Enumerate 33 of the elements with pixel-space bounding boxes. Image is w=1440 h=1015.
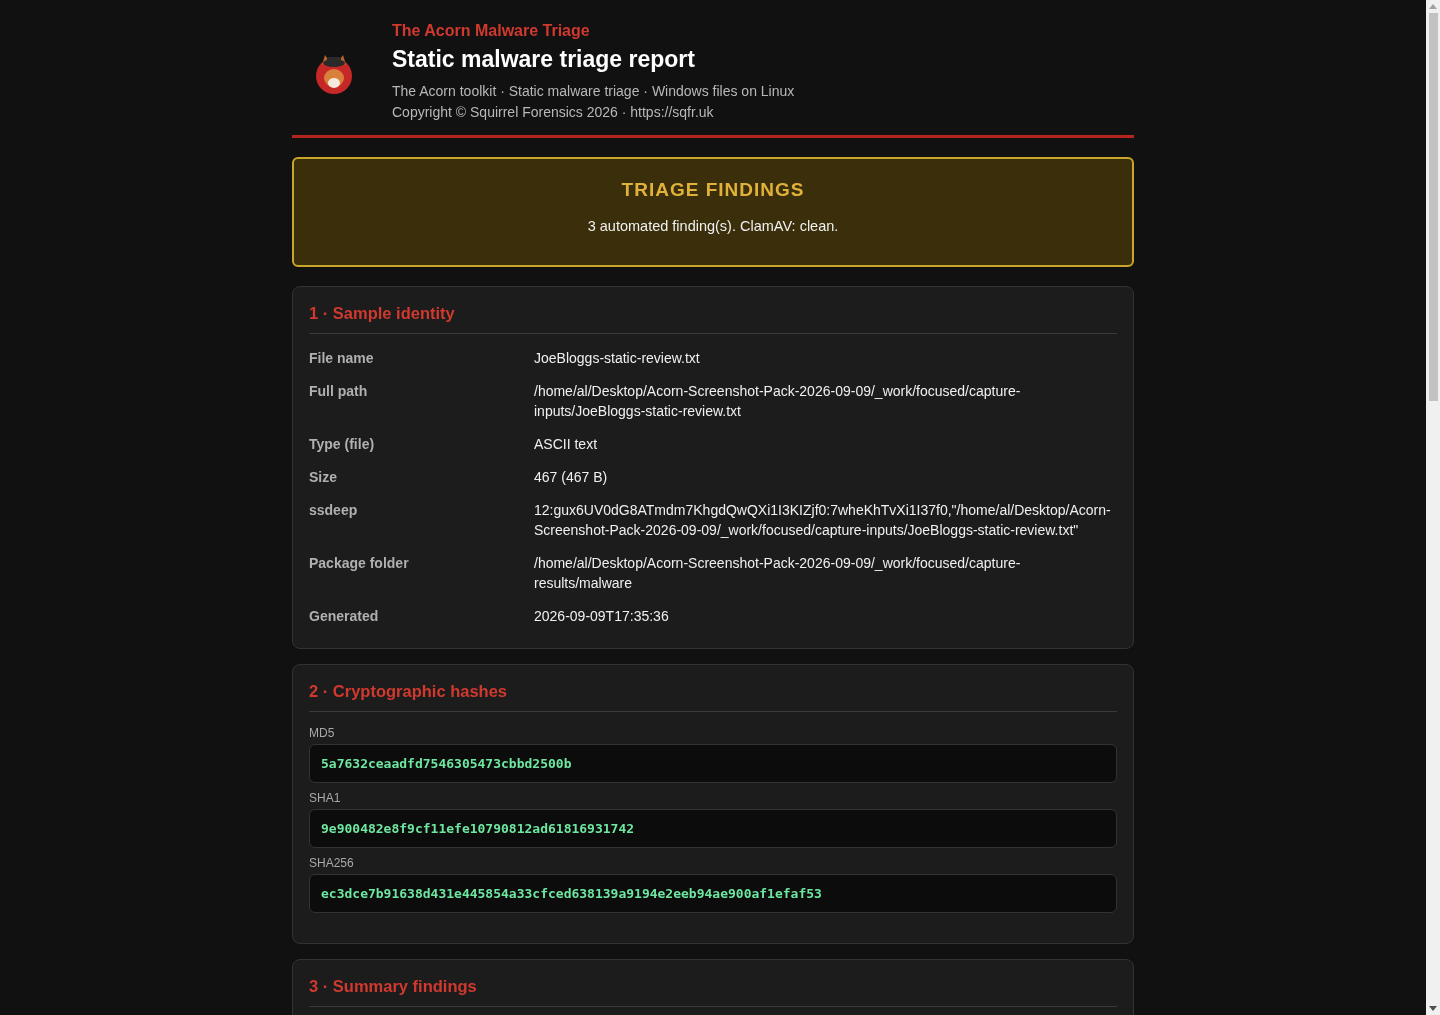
field-label: Type (file) bbox=[309, 435, 376, 454]
scroll-up-icon[interactable] bbox=[1429, 4, 1437, 9]
field-value: JoeBloggs-static-review.txt bbox=[534, 349, 701, 368]
section-title: 2 · Cryptographic hashes bbox=[309, 682, 1117, 712]
field-value: /home/al/Desktop/Acorn-Screenshot-Pack-2026-09-09/_work/focused/capture-inputs/JoeBloggs-static-review.txt bbox=[534, 382, 1022, 421]
field-label: Size bbox=[309, 468, 338, 487]
findings-title: TRIAGE FINDINGS bbox=[620, 179, 806, 201]
field-value: 12:gux6UV0dG8ATmdm7KhgdQwQXi1I3KIZjf0:7wheKhTvXi1I37f0,"/home/al/Desktop/Acorn-Screenshot-Pack-2026-09-09/_work/focused/capture-inputs/JoeBloggs-static-review.txt" bbox=[534, 501, 1112, 540]
field-value: ASCII text bbox=[534, 435, 599, 454]
field-label: Full path bbox=[309, 382, 369, 401]
report-subtitle: The Acorn toolkit · Static malware triage · Windows files on Linux bbox=[392, 82, 795, 101]
section-title: 1 · Sample identity bbox=[309, 304, 1117, 334]
brand-name: The Acorn Malware Triage bbox=[392, 22, 591, 40]
hash-label: MD5 bbox=[309, 726, 336, 740]
field-value: /home/al/Desktop/Acorn-Screenshot-Pack-2026-09-09/_work/focused/capture-results/malware bbox=[534, 554, 1022, 593]
field-label: ssdeep bbox=[309, 501, 359, 520]
hash-label: SHA256 bbox=[309, 856, 355, 870]
scroll-down-icon[interactable] bbox=[1429, 1006, 1437, 1011]
report-title: Static malware triage report bbox=[392, 46, 696, 73]
findings-summary: 3 automated finding(s). ClamAV: clean. bbox=[586, 218, 840, 234]
copyright-text: Copyright © Squirrel Forensics 2026 · https://sqfr.uk bbox=[392, 103, 715, 122]
field-label: Generated bbox=[309, 607, 380, 626]
scrollbar[interactable] bbox=[1426, 0, 1440, 1015]
scrollbar-thumb[interactable] bbox=[1428, 13, 1438, 401]
hash-value: 5a7632ceaadfd7546305473cbbd2500b bbox=[309, 744, 1117, 783]
hash-label: SHA1 bbox=[309, 791, 342, 805]
field-value: 2026-09-09T17:35:36 bbox=[534, 607, 670, 626]
hash-value: ec3dce7b91638d431e445854a33cfced638139a9194e2eeb94ae900af1efaf53 bbox=[309, 874, 1117, 913]
hash-value: 9e900482e8f9cf11efe10790812ad61816931742 bbox=[309, 809, 1117, 848]
field-label: File name bbox=[309, 349, 375, 368]
section-title: 3 · Summary findings bbox=[309, 977, 1117, 1007]
field-label: Package folder bbox=[309, 554, 410, 573]
field-value: 467 (467 B) bbox=[534, 468, 609, 487]
